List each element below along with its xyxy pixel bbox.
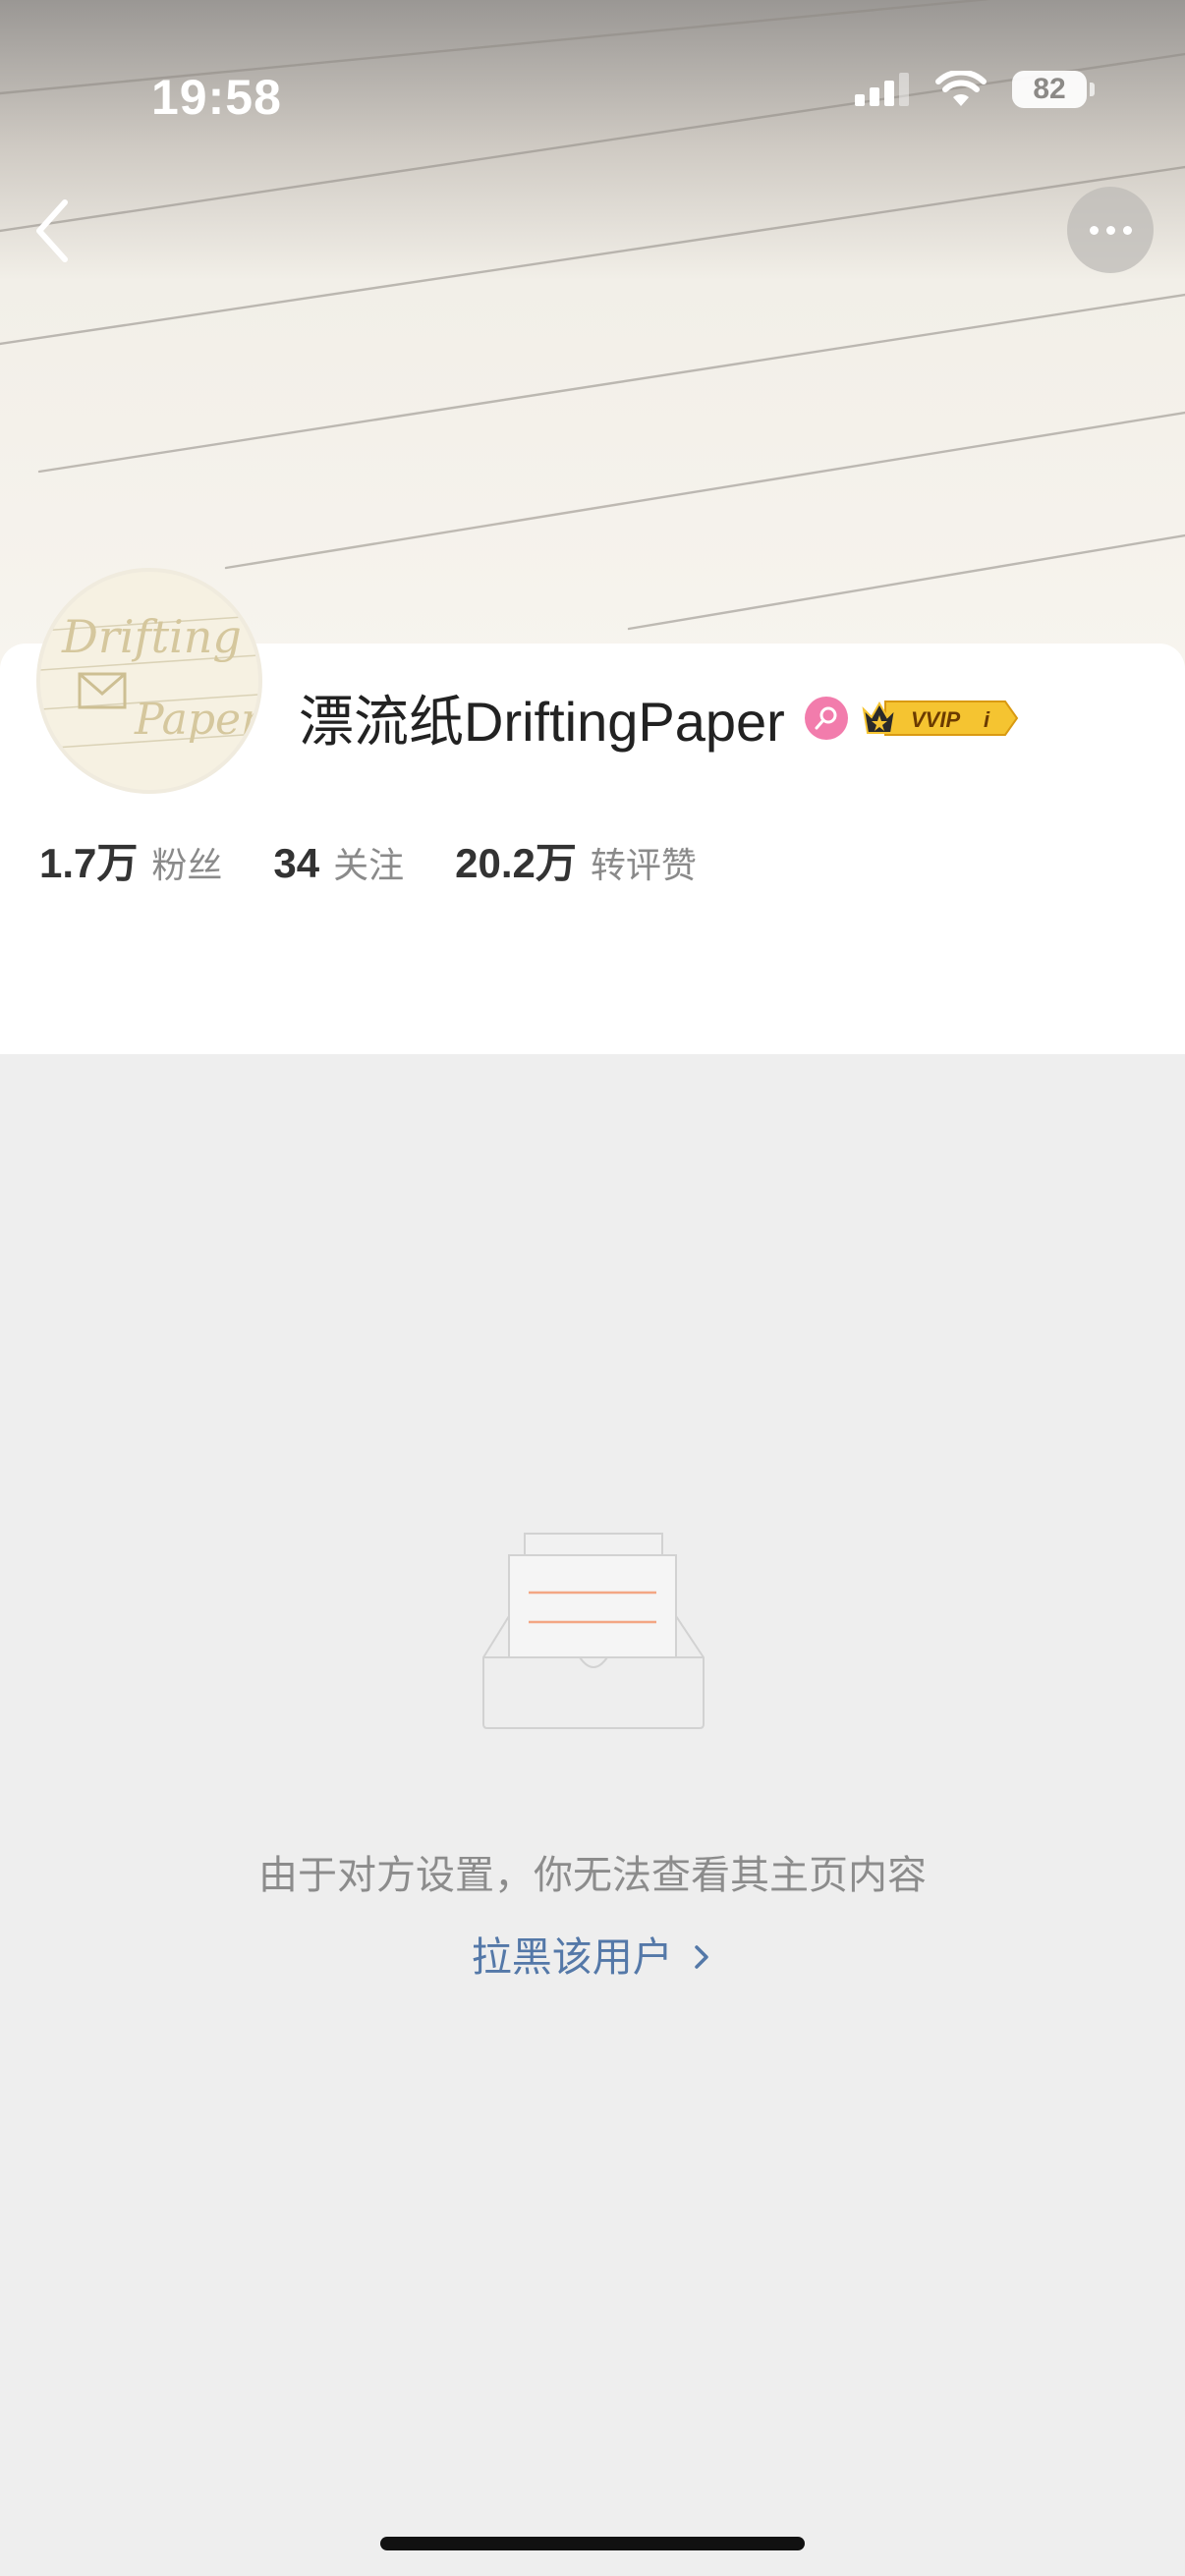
home-indicator [380, 2537, 805, 2550]
block-user-label: 拉黑该用户 [471, 1934, 673, 1980]
stat-label: 粉丝 [151, 845, 223, 885]
block-user-link[interactable]: 拉黑该用户 [0, 1924, 1185, 1983]
chevron-right-icon [695, 1945, 708, 1969]
stat-label: 关注 [333, 845, 405, 885]
svg-text:Paper: Paper [134, 695, 258, 745]
stat-followers[interactable]: 1.7万 粉丝 [39, 830, 222, 890]
svg-text:i: i [984, 707, 990, 732]
stat-following[interactable]: 34 关注 [273, 837, 404, 888]
profile-stats: 1.7万 粉丝 34 关注 20.2万 转评赞 [39, 830, 748, 890]
profile-cover: 19:58 82 [0, 0, 1185, 668]
empty-state-message: 由于对方设置，你无法查看其主页内容 [258, 1854, 927, 1897]
cellular-signal-icon [855, 73, 909, 106]
stat-value: 34 [273, 840, 320, 886]
stat-reposts-comments-likes[interactable]: 20.2万 转评赞 [455, 830, 697, 890]
battery-level: 82 [1033, 73, 1066, 105]
chevron-left-icon[interactable] [28, 196, 77, 265]
wifi-icon [935, 71, 987, 106]
svg-text:VVIP: VVIP [911, 707, 960, 732]
battery-indicator: 82 [1012, 71, 1095, 108]
stat-value: 1.7万 [39, 840, 139, 886]
avatar-logo: Drifting Paper [40, 610, 258, 750]
status-time: 19:58 [151, 70, 282, 125]
stat-label: 转评赞 [590, 845, 697, 885]
more-options-button[interactable] [1067, 187, 1154, 273]
profile-name: 漂流纸DriftingPaper [299, 691, 785, 753]
vvip-badge[interactable]: VVIP i [862, 696, 1019, 741]
avatar[interactable]: Drifting Paper [36, 568, 262, 794]
svg-text:Drifting: Drifting [61, 610, 242, 663]
empty-inbox-icon [482, 1533, 705, 1729]
stat-value: 20.2万 [455, 840, 577, 886]
profile-name-row: 漂流纸DriftingPaper VVIP i [299, 678, 1019, 757]
ellipsis-icon [1089, 225, 1099, 235]
female-icon [804, 696, 848, 740]
status-icons: 82 [855, 71, 1095, 108]
